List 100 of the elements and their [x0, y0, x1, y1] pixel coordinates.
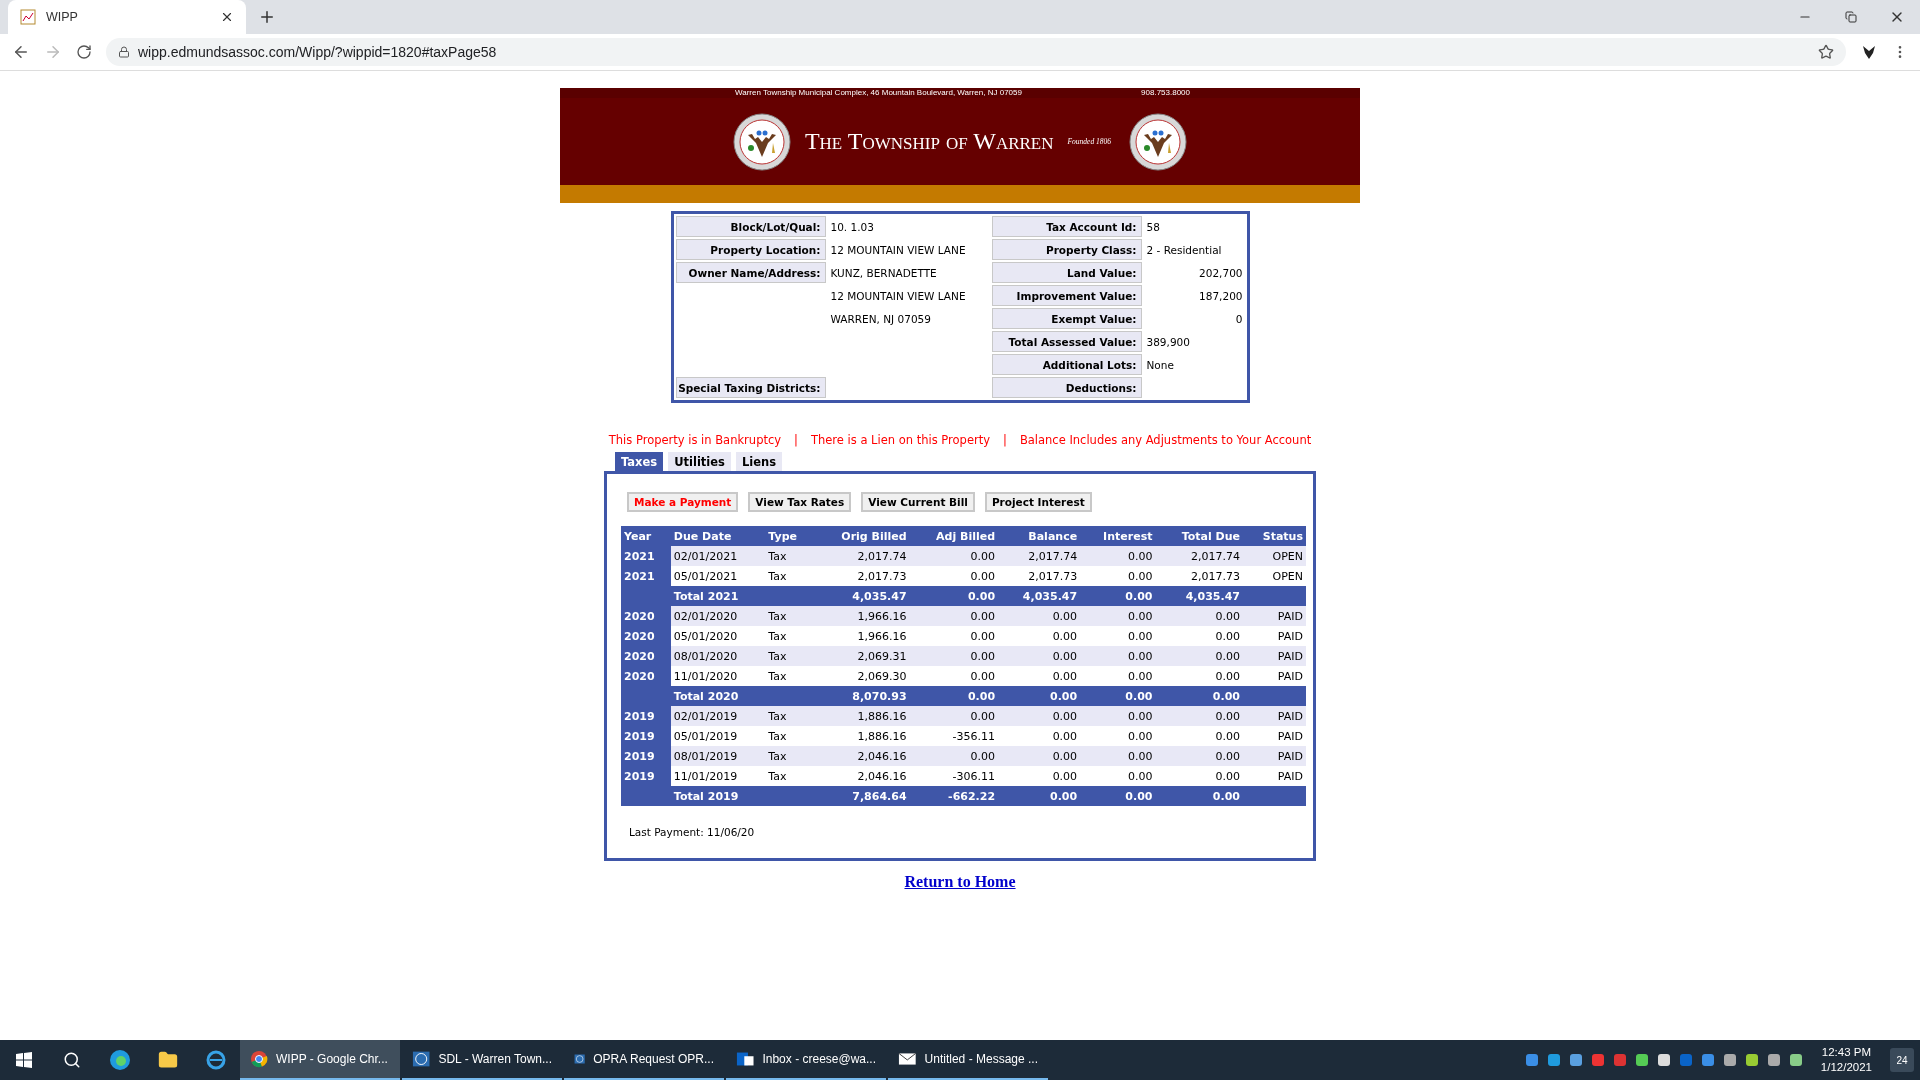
total-label: Total 2021 — [670, 586, 813, 606]
column-header: Adj Billed — [909, 526, 999, 546]
tray-icon[interactable] — [1700, 1053, 1715, 1067]
table-cell: 08/01/2020 — [670, 646, 766, 666]
tray-icon[interactable] — [1722, 1053, 1737, 1067]
field-label: Owner Name/Address: — [675, 262, 826, 283]
notice-text: There is a Lien on this Property — [810, 433, 990, 447]
star-icon[interactable] — [1818, 44, 1834, 60]
field-label: Deductions: — [991, 377, 1142, 398]
field-label: Property Class: — [991, 239, 1142, 260]
table-cell: 0.00 — [1155, 746, 1243, 766]
return-home-link[interactable]: Return to Home — [904, 873, 1016, 891]
table-cell: PAID — [1243, 746, 1306, 766]
table-cell: 2,017.73 — [1155, 566, 1243, 586]
table-cell: 08/01/2019 — [670, 746, 766, 766]
table-cell: 0.00 — [998, 646, 1081, 666]
taskbar-app[interactable]: Untitled - Message ... — [888, 1040, 1048, 1080]
action-button[interactable]: Make a Payment — [627, 492, 739, 512]
new-tab-icon[interactable] — [258, 8, 276, 26]
taskbar-app[interactable]: OPRA Request OPR... — [564, 1040, 724, 1080]
table-cell: 0.00 — [998, 666, 1081, 686]
field-label: Land Value: — [991, 262, 1142, 283]
tray-icon[interactable] — [1634, 1053, 1649, 1067]
tray-icon[interactable] — [1744, 1053, 1759, 1067]
table-cell: 0.00 — [909, 666, 999, 686]
table-cell: 0.00 — [998, 766, 1081, 786]
table-cell: 0.00 — [909, 626, 999, 646]
table-cell: 0.00 — [998, 626, 1081, 646]
field-label: Improvement Value: — [991, 285, 1142, 306]
folder-icon[interactable] — [158, 1050, 178, 1070]
ie-icon[interactable] — [205, 1049, 227, 1071]
phone-text: 908.753.8000 — [1141, 88, 1190, 98]
action-button[interactable]: Project Interest — [984, 492, 1092, 512]
total-cell: 8,070.93 — [812, 686, 910, 706]
table-cell: OPEN — [1243, 566, 1306, 586]
table-cell: 0.00 — [998, 706, 1081, 726]
close-icon[interactable] — [220, 10, 234, 24]
restore-icon[interactable] — [1845, 11, 1857, 23]
table-cell: 2020 — [621, 606, 671, 626]
tray-icon[interactable] — [1524, 1053, 1539, 1067]
notification-badge[interactable]: 24 — [1890, 1048, 1914, 1072]
table-cell: 2019 — [621, 706, 671, 726]
taskbar-app[interactable]: Inbox - creese@wa... — [726, 1040, 886, 1080]
tray-icon[interactable] — [1788, 1053, 1803, 1067]
table-cell: 0.00 — [1155, 666, 1243, 686]
search-icon[interactable] — [63, 1051, 81, 1069]
tray-icon[interactable] — [1568, 1053, 1583, 1067]
table-cell: OPEN — [1243, 546, 1306, 566]
table-cell: Tax — [765, 766, 813, 786]
table-cell: 0.00 — [1155, 766, 1243, 786]
field-label: Additional Lots: — [991, 354, 1142, 375]
tab[interactable]: Utilities — [668, 452, 731, 471]
taskbar-app[interactable]: WIPP - Google Chr... — [240, 1040, 400, 1080]
table-cell: 2021 — [621, 546, 671, 566]
table-cell: PAID — [1243, 726, 1306, 746]
tray-icon[interactable] — [1656, 1053, 1671, 1067]
column-header: Balance — [998, 526, 1081, 546]
address-bar[interactable]: wipp.edmundsassoc.com/Wipp/?wippid=1820#taxPage58 — [106, 38, 1846, 66]
total-cell: 0.00 — [1080, 586, 1156, 606]
last-payment-text: Last Payment: 11/06/20 — [629, 826, 756, 838]
table-cell: PAID — [1243, 646, 1306, 666]
lock-icon — [118, 46, 130, 58]
table-cell: 1,886.16 — [812, 706, 910, 726]
table-cell: -356.11 — [909, 726, 999, 746]
table-cell: Tax — [765, 646, 813, 666]
table-cell: Tax — [765, 546, 813, 566]
taskbar-app[interactable]: SDL - Warren Town... — [402, 1040, 562, 1080]
table-cell: 0.00 — [1155, 706, 1243, 726]
table-cell: -306.11 — [909, 766, 999, 786]
reload-icon[interactable] — [76, 44, 92, 60]
edge-icon[interactable] — [109, 1049, 131, 1071]
table-cell: 2,017.74 — [998, 546, 1081, 566]
table-cell: 0.00 — [909, 566, 999, 586]
field-value: WARREN, NJ 07059 — [829, 311, 932, 327]
action-button[interactable]: View Tax Rates — [748, 492, 852, 512]
table-cell: 0.00 — [909, 546, 999, 566]
table-cell: 0.00 — [1080, 546, 1156, 566]
extension-icon[interactable] — [1860, 43, 1878, 61]
column-header: Type — [765, 526, 813, 546]
table-cell: 2,046.16 — [812, 766, 910, 786]
tab[interactable]: Liens — [735, 452, 783, 471]
action-button[interactable]: View Current Bill — [861, 492, 975, 512]
globe-icon — [412, 1050, 431, 1068]
tray-icon[interactable] — [1546, 1053, 1561, 1067]
browser-tab[interactable]: WIPP — [8, 0, 246, 34]
back-icon[interactable] — [12, 43, 30, 61]
table-cell: 2019 — [621, 746, 671, 766]
table-cell: 0.00 — [1155, 626, 1243, 646]
total-cell: 0.00 — [909, 586, 999, 606]
tray-icon[interactable] — [1766, 1053, 1781, 1067]
table-cell: 0.00 — [998, 606, 1081, 626]
tab[interactable]: Taxes — [615, 452, 664, 471]
windows-start-icon[interactable] — [16, 1052, 32, 1068]
field-label: Tax Account Id: — [991, 216, 1142, 237]
notice-text: This Property is in Bankruptcy — [608, 433, 782, 447]
table-cell: 05/01/2021 — [670, 566, 766, 586]
column-header: Orig Billed — [812, 526, 910, 546]
total-cell: 0.00 — [998, 786, 1081, 806]
table-cell: 0.00 — [998, 746, 1081, 766]
column-header: Year — [621, 526, 671, 546]
